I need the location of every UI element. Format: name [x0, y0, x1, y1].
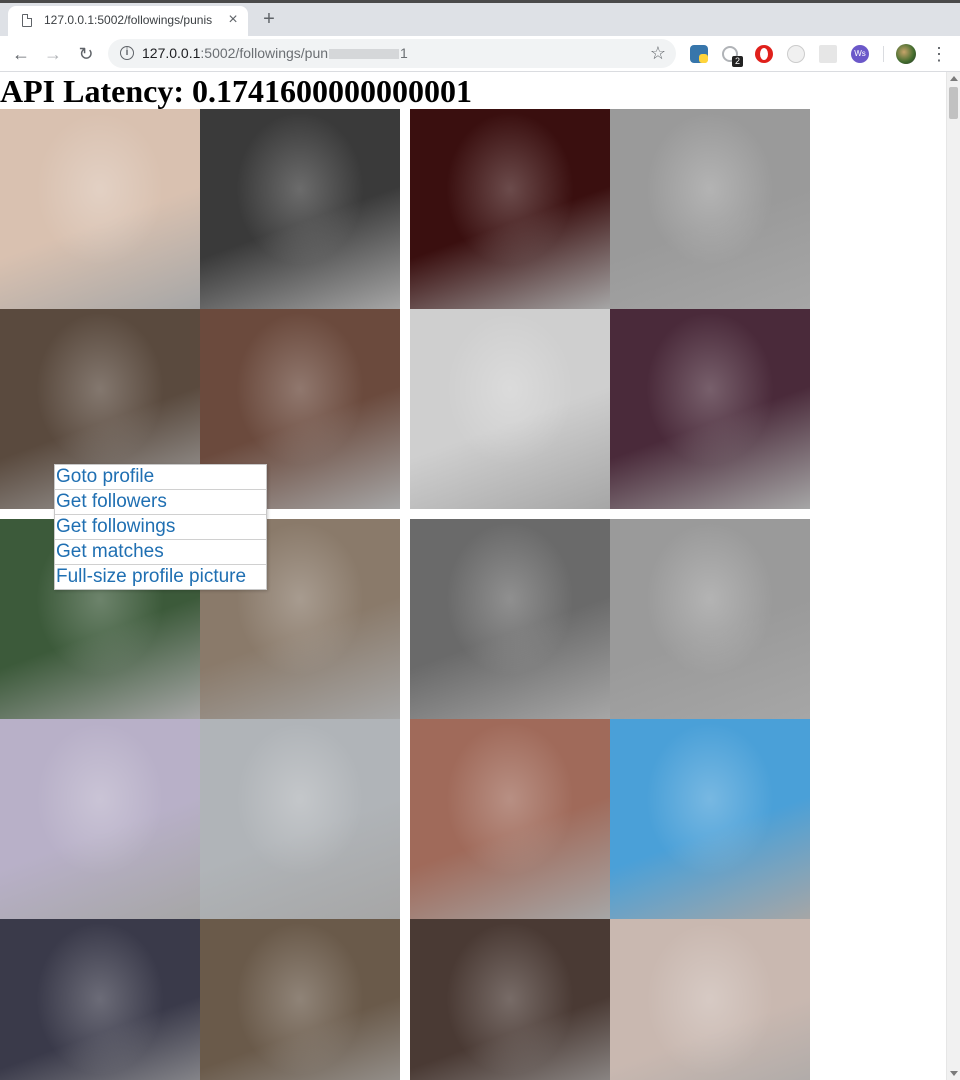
bookmark-star-icon[interactable]: ☆: [648, 43, 668, 63]
site-info-icon[interactable]: i: [120, 46, 134, 60]
profile-tile[interactable]: [410, 719, 610, 919]
profile-tile[interactable]: [0, 109, 200, 309]
menu-item-goto-profile[interactable]: Goto profile: [55, 465, 266, 490]
profile-tile[interactable]: [410, 309, 610, 509]
new-tab-icon[interactable]: +: [259, 9, 279, 29]
toolbar-divider: [883, 46, 884, 62]
profile-tile[interactable]: [610, 519, 810, 719]
tab-title: 127.0.0.1:5002/followings/punis: [44, 13, 213, 27]
url-path-start: :5002/followings/pun: [200, 45, 329, 61]
api-latency-heading: API Latency: 0.1741600000000001: [0, 72, 472, 110]
browser-menu-icon[interactable]: ⋮: [930, 43, 948, 65]
profile-picture: [610, 109, 810, 309]
browser-toolbar: ← → ↻ i 127.0.0.1:5002/followings/pun 1 ☆…: [0, 36, 960, 72]
menu-item-get-matches[interactable]: Get matches: [55, 540, 266, 565]
grid-extension-icon[interactable]: [819, 45, 837, 63]
profile-picture: [0, 109, 200, 309]
profile-picture: [410, 309, 610, 509]
profile-picture: [0, 919, 200, 1080]
profile-tile[interactable]: [610, 309, 810, 509]
profile-picture: [610, 719, 810, 919]
opera-extension-icon[interactable]: [755, 45, 773, 63]
profile-picture: [610, 919, 810, 1080]
scroll-down-arrow-icon[interactable]: [950, 1071, 958, 1076]
reload-icon[interactable]: ↻: [75, 43, 97, 65]
profile-picture: [410, 919, 610, 1080]
url-host: 127.0.0.1: [142, 45, 201, 61]
address-bar[interactable]: i 127.0.0.1:5002/followings/pun 1 ☆: [108, 39, 676, 68]
menu-item-get-followers[interactable]: Get followers: [55, 490, 266, 515]
profile-picture: [200, 919, 400, 1080]
page-icon: [22, 14, 32, 27]
latency-value: 0.1741600000000001: [191, 73, 472, 109]
vertical-scrollbar[interactable]: [946, 72, 960, 1080]
profile-tile[interactable]: [200, 719, 400, 919]
profile-picture: [200, 109, 400, 309]
menu-item-full-size-picture[interactable]: Full-size profile picture: [55, 565, 266, 589]
profile-tile[interactable]: [200, 109, 400, 309]
profile-tile[interactable]: [410, 519, 610, 719]
profile-picture: [410, 109, 610, 309]
profile-picture: [610, 519, 810, 719]
profile-tile[interactable]: [410, 109, 610, 309]
url-path-end: 1: [400, 45, 408, 61]
profile-tile[interactable]: [610, 919, 810, 1080]
url-redacted: [329, 49, 400, 60]
forward-icon[interactable]: →: [42, 43, 64, 65]
tab-strip: 127.0.0.1:5002/followings/punis × +: [0, 3, 960, 36]
profile-picture: [0, 719, 200, 919]
ws-extension-icon[interactable]: Ws: [851, 45, 869, 63]
profile-picture: [610, 309, 810, 509]
profile-picture: [410, 519, 610, 719]
profile-picture: [410, 719, 610, 919]
page-content: API Latency: 0.1741600000000001 Goto prof…: [0, 72, 946, 1080]
profile-tile[interactable]: [0, 919, 200, 1080]
profile-avatar[interactable]: [896, 44, 916, 64]
profile-tile[interactable]: [200, 919, 400, 1080]
menu-item-get-followings[interactable]: Get followings: [55, 515, 266, 540]
latency-label: API Latency:: [0, 73, 184, 109]
profile-tile[interactable]: [410, 919, 610, 1080]
face-extension-icon[interactable]: [787, 45, 805, 63]
python-extension-icon[interactable]: [690, 45, 708, 63]
scroll-up-arrow-icon[interactable]: [950, 76, 958, 81]
url-text: 127.0.0.1:5002/followings/pun 1: [142, 45, 408, 61]
browser-tab[interactable]: 127.0.0.1:5002/followings/punis ×: [8, 6, 248, 36]
extension-badge: 2: [732, 56, 743, 67]
context-menu: Goto profile Get followers Get following…: [54, 464, 267, 590]
profile-tile[interactable]: [0, 719, 200, 919]
close-tab-icon[interactable]: ×: [224, 11, 242, 29]
profile-tile[interactable]: [610, 109, 810, 309]
profile-picture: [200, 719, 400, 919]
profile-tile[interactable]: [610, 719, 810, 919]
scroll-thumb[interactable]: [949, 87, 958, 119]
back-icon[interactable]: ←: [10, 43, 32, 65]
